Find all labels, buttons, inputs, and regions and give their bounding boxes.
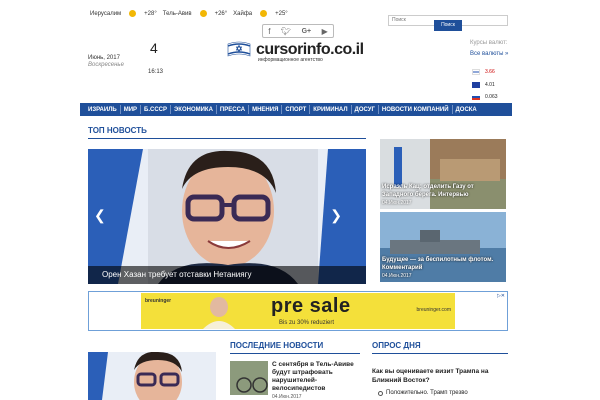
ad-subtitle: Bis zu 30% reduziert	[279, 320, 335, 326]
all-currencies-link[interactable]: Все валюты »	[470, 51, 508, 57]
nav-item-ussr[interactable]: Б.СССР	[141, 107, 170, 113]
twitter-icon[interactable]: 🐦︎	[281, 27, 291, 36]
side-news-card[interactable]: Исраэль Кац: отделить Газу от Западного …	[380, 139, 506, 209]
slider-prev-icon[interactable]: ❮	[94, 207, 106, 224]
facebook-icon[interactable]: f	[268, 27, 270, 36]
poll-question: Как вы оцениваете визит Трампа на Ближни…	[372, 368, 489, 384]
currency-value: 4.01	[485, 81, 495, 88]
side-news-title: Будущее — за беспилотным флотом. Коммент…	[382, 257, 494, 271]
date-day-number: 4	[150, 40, 158, 56]
weather-city: Иерусалим	[90, 10, 122, 17]
nav-item-company-news[interactable]: НОВОСТИ КОМПАНИЙ	[379, 107, 452, 113]
currency-list: 3.66 4.01 0.063	[472, 66, 498, 104]
eu-flag-icon	[472, 81, 480, 88]
side-news-date: 04.Июн.2017	[382, 273, 412, 279]
logo-tagline: информационное агентство	[258, 57, 323, 63]
side-news-date: 04.Июн.2017	[382, 200, 412, 206]
israel-flag-icon	[472, 69, 480, 76]
side-news-title: Исраэль Кац: отделить Газу от Западного …	[382, 184, 474, 198]
nav-item-leisure[interactable]: ДОСУГ	[352, 107, 378, 113]
nav-item-press[interactable]: ПРЕССА	[217, 107, 248, 113]
latest-news-item-date: 04.Июн.2017	[272, 394, 302, 400]
youtube-icon[interactable]: ▶	[322, 27, 328, 36]
currency-row: 4.01	[472, 79, 498, 92]
currency-value: 3.66	[485, 69, 495, 76]
weather-strip: Иерусалим +28° Тель-Авив +26° Хайфа +25°	[90, 10, 288, 17]
poll-title: ОПРОС ДНЯ	[372, 341, 421, 350]
latest-news-thumb[interactable]	[230, 361, 268, 395]
weather-temp: +25°	[275, 10, 288, 17]
nav-item-crime[interactable]: КРИМИНАЛ	[310, 107, 350, 113]
social-links: f 🐦︎ G+ ▶	[262, 24, 334, 38]
news-photo[interactable]	[88, 352, 216, 400]
top-news-photo	[88, 149, 366, 284]
currency-row: 3.66	[472, 66, 498, 79]
ad-headline: pre sale	[271, 295, 351, 317]
section-divider	[88, 138, 366, 139]
top-news-slider[interactable]: ❮ ❯ Орен Хазан требует отставки Нетанияг…	[88, 149, 366, 284]
russia-flag-icon	[472, 94, 480, 101]
nav-item-israel[interactable]: ИЗРАИЛЬ	[85, 107, 120, 113]
section-divider	[372, 353, 508, 354]
latest-news-title: ПОСЛЕДНИЕ НОВОСТИ	[230, 341, 324, 350]
main-nav: ИЗРАИЛЬ МИР Б.СССР ЭКОНОМИКА ПРЕССА МНЕН…	[80, 103, 512, 116]
search-button[interactable]: Поиск	[434, 20, 462, 31]
side-news-caption: Исраэль Кац: отделить Газу от Западного …	[382, 183, 504, 209]
sun-icon	[129, 10, 137, 17]
date-month-year: Июнь, 2017	[88, 55, 120, 61]
ad-brand: breuninger	[145, 298, 172, 304]
sun-icon	[199, 10, 207, 17]
latest-news-item-title[interactable]: С сентября в Тель-Авиве будут штрафовать…	[272, 361, 362, 393]
weather-temp: +26°	[214, 10, 228, 17]
top-news-caption[interactable]: Орен Хазан требует отставки Нетаниягу	[88, 266, 366, 284]
weather-city: Тель-Авив	[162, 10, 192, 17]
sun-icon	[260, 10, 268, 17]
side-news-caption: Будущее — за беспилотным флотом. Коммент…	[382, 256, 504, 282]
latest-news-photo	[230, 361, 268, 395]
weather-temp: +28°	[144, 10, 157, 17]
ad-banner-body: breuninger pre sale Bis zu 30% reduziert…	[141, 293, 455, 329]
currency-row: 0.063	[472, 91, 498, 104]
weather-city: Хайфа	[233, 10, 253, 17]
google-plus-icon[interactable]: G+	[302, 28, 312, 35]
ad-banner[interactable]: breuninger pre sale Bis zu 30% reduziert…	[88, 291, 508, 331]
ad-model-photo	[203, 297, 235, 329]
date-weekday: Воскресенье	[88, 62, 124, 68]
news-photo-image	[88, 352, 216, 400]
ad-choices-icon[interactable]: ▷✕	[497, 293, 505, 299]
nav-item-board[interactable]: ДОСКА	[453, 107, 480, 113]
side-news-card[interactable]: Будущее — за беспилотным флотом. Коммент…	[380, 212, 506, 282]
slider-next-icon[interactable]: ❯	[330, 207, 342, 224]
radio-button[interactable]	[378, 390, 383, 396]
nav-item-world[interactable]: МИР	[121, 107, 140, 113]
currency-title: Курсы валют:	[470, 40, 508, 46]
ad-site: breuninger.com	[416, 307, 451, 313]
poll-option-label: Положительно. Трамп трезво	[386, 390, 468, 396]
section-divider	[230, 353, 360, 354]
clock-time: 16:13	[148, 69, 164, 75]
poll-option[interactable]: Положительно. Трамп трезво	[378, 390, 468, 396]
nav-item-opinions[interactable]: МНЕНИЯ	[249, 107, 281, 113]
currency-value: 0.063	[485, 94, 498, 101]
nav-item-economy[interactable]: ЭКОНОМИКА	[171, 107, 216, 113]
israel-flag-logo-icon	[227, 41, 251, 57]
search-box: Поиск	[388, 8, 508, 31]
top-news-title: ТОП НОВОСТЬ	[88, 126, 147, 135]
nav-item-sport[interactable]: СПОРТ	[282, 107, 309, 113]
